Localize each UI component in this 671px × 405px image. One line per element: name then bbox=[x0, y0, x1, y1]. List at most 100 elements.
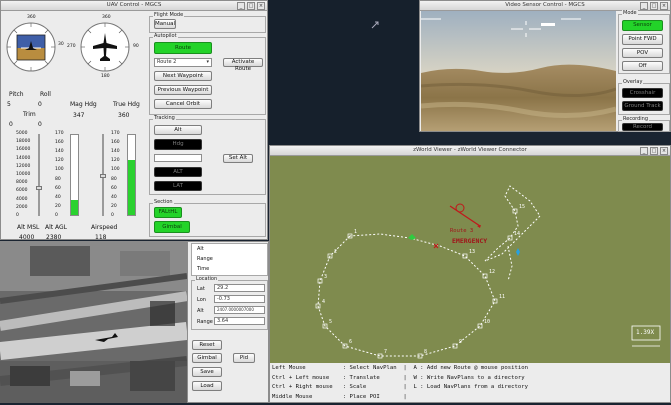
waypoint-label: 2 bbox=[334, 249, 337, 255]
alt-button[interactable]: Alt bbox=[154, 125, 202, 135]
route-select-value: Route 2 bbox=[157, 59, 177, 65]
alt-field[interactable]: 2407.0000007000 bbox=[214, 306, 265, 314]
waypoint-label: 6 bbox=[349, 339, 352, 345]
alt-msl-slider-track bbox=[38, 134, 40, 216]
route-button[interactable]: Route bbox=[154, 42, 212, 54]
waypoint-label: 7 bbox=[384, 349, 387, 355]
roll-label: Roll bbox=[40, 91, 51, 98]
cancel-orbit-button[interactable]: Cancel Orbit bbox=[154, 99, 212, 109]
minimize-icon[interactable]: _ bbox=[237, 2, 245, 10]
map-window-titlebar[interactable]: zWorld Viewer - zWorld Viewer Connector … bbox=[270, 146, 670, 156]
airspeed-tick: 60 bbox=[111, 185, 117, 191]
mag-hdg-value: 347 bbox=[73, 112, 85, 119]
section-group-label: Section bbox=[153, 199, 174, 205]
alt-hold-button[interactable]: ALT bbox=[154, 167, 202, 177]
pitch-label: Pitch bbox=[9, 91, 24, 98]
video-feed[interactable] bbox=[420, 11, 617, 131]
lon-field[interactable]: -0.73 bbox=[214, 295, 265, 303]
manual-button[interactable]: Manual bbox=[154, 19, 176, 29]
ground-track-button[interactable]: Ground Track bbox=[622, 101, 663, 111]
recording-group-label: Recording bbox=[622, 116, 650, 122]
close-icon[interactable]: × bbox=[660, 2, 668, 10]
compass-right-label: 90 bbox=[133, 44, 139, 49]
point-fwd-button[interactable]: Point FWD bbox=[622, 34, 663, 45]
airspeed-slider-knob[interactable] bbox=[100, 174, 106, 178]
info-panel: Alt Range Time Location Lat 29.2 Lon -0.… bbox=[187, 241, 269, 403]
roll-value: 0 bbox=[38, 101, 42, 108]
lon-label: Lon bbox=[197, 297, 206, 303]
alt-msl-tick: 8000 bbox=[16, 180, 28, 186]
maximize-icon[interactable]: □ bbox=[650, 147, 658, 155]
load-button[interactable]: Load bbox=[192, 381, 222, 391]
minimize-icon[interactable]: _ bbox=[640, 2, 648, 10]
alt-agl-bar bbox=[70, 134, 79, 216]
waypoint-label: 14 bbox=[514, 231, 520, 237]
alt-msl-label: Alt MSL bbox=[17, 224, 40, 231]
previous-waypoint-button[interactable]: Previous Waypoint bbox=[154, 85, 212, 95]
minimize-icon[interactable]: _ bbox=[640, 147, 648, 155]
airspeed-tick: 170 bbox=[111, 131, 120, 136]
help-line-1: Left Mouse : Select NavPlan | A : Add ne… bbox=[272, 365, 528, 371]
tracking-group-label: Tracking bbox=[153, 115, 176, 121]
map-viewer-window: zWorld Viewer - zWorld Viewer Connector … bbox=[269, 145, 671, 403]
lat-hold-button[interactable]: LAT bbox=[154, 181, 202, 191]
route-select[interactable]: Route 2 ▾ bbox=[154, 58, 212, 67]
hdg-button[interactable]: Hdg bbox=[154, 139, 202, 150]
map-canvas[interactable]: 1 2 3 4 5 6 7 8 9 10 11 12 13 14 15 EMERGENCY Route 3 … bbox=[270, 156, 670, 363]
fal-button[interactable]: FALtHL bbox=[154, 207, 182, 218]
alt-msl-tick: 4000 bbox=[16, 196, 28, 202]
alt-msl-tick: 2000 bbox=[16, 204, 28, 210]
record-button[interactable]: Record bbox=[622, 123, 663, 131]
uav-window-title: UAV Control - MGCS bbox=[106, 2, 162, 8]
airspeed-tick: 140 bbox=[111, 149, 120, 155]
alt-msl-tick: 18000 bbox=[16, 139, 31, 145]
alt-msl-value: 4000 bbox=[19, 234, 35, 241]
time-label: Time bbox=[197, 266, 210, 272]
emergency-label: EMERGENCY bbox=[452, 237, 488, 245]
chevron-down-icon: ▾ bbox=[206, 59, 209, 65]
alt-msl-slider-knob[interactable] bbox=[36, 186, 42, 190]
lat-field[interactable]: 29.2 bbox=[214, 284, 265, 292]
compass-left-top-label: 360 bbox=[27, 15, 36, 20]
altitude-input[interactable] bbox=[154, 154, 202, 162]
alt-agl-tick: 60 bbox=[55, 185, 61, 191]
waypoint-label: 11 bbox=[499, 294, 505, 300]
trim-label: Trim bbox=[23, 111, 36, 118]
pid-button[interactable]: Pid bbox=[233, 353, 255, 363]
airspeed-tick: 20 bbox=[111, 203, 117, 209]
sensor-button[interactable]: Sensor bbox=[622, 20, 663, 31]
trim-right-value: 0 bbox=[38, 121, 42, 128]
gimbal-button[interactable]: Gimbal bbox=[192, 353, 222, 363]
range-field[interactable]: 3.64 bbox=[214, 317, 265, 325]
map-waypoints: 1234567 89101112131415 bbox=[315, 204, 525, 359]
alt-agl-tick: 100 bbox=[55, 167, 64, 173]
alt-agl-tick: 160 bbox=[55, 140, 64, 146]
waypoint-label: 5 bbox=[329, 319, 332, 325]
activate-route-button[interactable]: Activate Route bbox=[223, 58, 263, 72]
pov-button[interactable]: POV bbox=[622, 48, 663, 58]
close-icon[interactable]: × bbox=[660, 147, 668, 155]
true-hdg-label: True Hdg bbox=[113, 101, 140, 108]
airspeed-tick: 40 bbox=[111, 194, 117, 200]
off-button[interactable]: Off bbox=[622, 61, 663, 71]
next-waypoint-button[interactable]: Next Waypoint bbox=[154, 71, 212, 81]
alt2-label: Alt bbox=[197, 308, 204, 314]
satellite-map-view[interactable] bbox=[0, 241, 188, 403]
waypoint-label: 1 bbox=[354, 229, 357, 235]
route-name-label: Route 3 bbox=[450, 228, 474, 234]
alt-agl-value: 2380 bbox=[46, 234, 62, 241]
range-label: Range bbox=[197, 256, 213, 262]
true-hdg-value: 360 bbox=[118, 112, 130, 119]
maximize-icon[interactable]: □ bbox=[650, 2, 658, 10]
close-icon[interactable]: × bbox=[257, 2, 265, 10]
crosshair-button[interactable]: Crosshair bbox=[622, 88, 663, 98]
uav-window-titlebar[interactable]: UAV Control - MGCS _ □ × bbox=[1, 1, 267, 11]
gimbal-mode-button[interactable]: Gimbal bbox=[154, 221, 190, 233]
waypoint-label: 15 bbox=[519, 204, 525, 210]
reset-button[interactable]: Reset bbox=[192, 340, 222, 350]
maximize-icon[interactable]: □ bbox=[247, 2, 255, 10]
map-window-title: zWorld Viewer - zWorld Viewer Connector bbox=[413, 147, 527, 153]
airspeed-tick: 80 bbox=[111, 176, 117, 182]
set-alt-button[interactable]: Set Alt bbox=[223, 154, 253, 163]
save-button[interactable]: Save bbox=[192, 367, 222, 377]
